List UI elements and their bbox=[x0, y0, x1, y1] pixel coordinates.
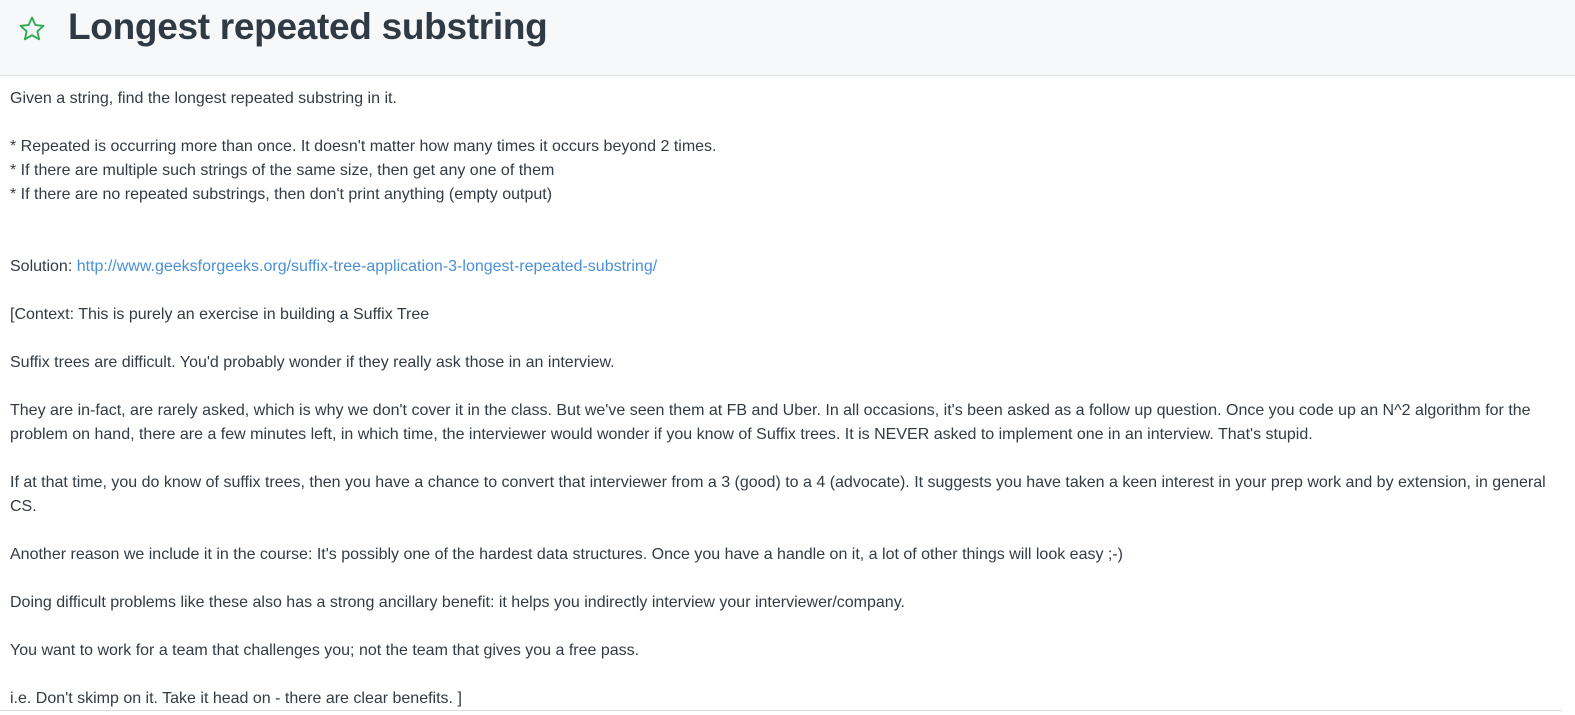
context-paragraph: Doing difficult problems like these also… bbox=[10, 594, 905, 611]
star-outline-icon[interactable] bbox=[18, 15, 46, 43]
divider bbox=[0, 710, 1562, 711]
context-paragraph: i.e. Don't skimp on it. Take it head on … bbox=[10, 690, 462, 707]
solution-link[interactable]: http://www.geeksforgeeks.org/suffix-tree… bbox=[77, 258, 657, 275]
intro-text: Given a string, find the longest repeate… bbox=[10, 90, 397, 107]
problem-header: Longest repeated substring bbox=[0, 0, 1575, 76]
context-paragraph: Another reason we include it in the cour… bbox=[10, 546, 1124, 563]
page-title: Longest repeated substring bbox=[68, 6, 548, 47]
context-paragraph: If at that time, you do know of suffix t… bbox=[10, 474, 1546, 515]
context-paragraph: They are in-fact, are rarely asked, whic… bbox=[10, 402, 1531, 443]
context-paragraph: Suffix trees are difficult. You'd probab… bbox=[10, 354, 615, 371]
context-paragraph: You want to work for a team that challen… bbox=[10, 642, 640, 659]
rule-item: * If there are no repeated substrings, t… bbox=[10, 186, 553, 203]
solution-line: Solution: http://www.geeksforgeeks.org/s… bbox=[10, 255, 1558, 279]
problem-description: Given a string, find the longest repeate… bbox=[10, 87, 1558, 711]
context-paragraph: [Context: This is purely an exercise in … bbox=[10, 306, 430, 323]
rule-item: * If there are multiple such strings of … bbox=[10, 162, 555, 179]
rule-item: * Repeated is occurring more than once. … bbox=[10, 138, 717, 155]
solution-label: Solution: bbox=[10, 258, 77, 275]
